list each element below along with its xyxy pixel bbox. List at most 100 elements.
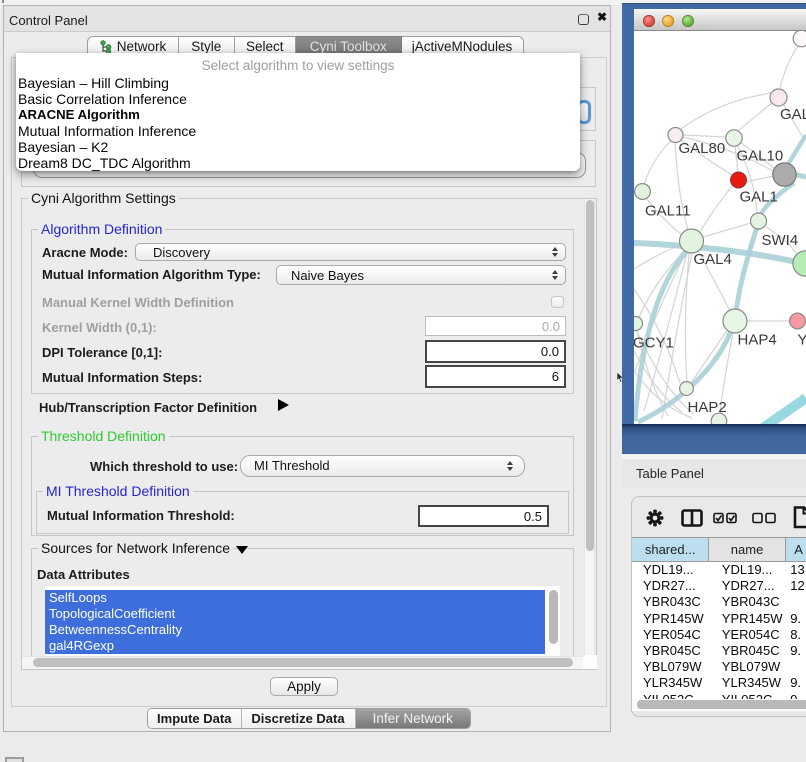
aracne-mode-label: Aracne Mode: (42, 245, 128, 260)
bottom-tab-infer-network[interactable]: Infer Network (355, 709, 471, 728)
mi-steps-field[interactable]: 6 (425, 365, 566, 388)
table-row[interactable]: YER054CYER054C8. (632, 627, 806, 643)
table-row[interactable]: YLR345WYLR345W9. (632, 675, 806, 691)
algorithm-option[interactable]: Bayesian – Hill Climbing (17, 75, 579, 91)
kernel-width-field[interactable]: 0.0 (425, 316, 566, 336)
network-edge-highlighted (760, 398, 806, 424)
table-cell: YBL079W (709, 659, 786, 675)
gear-icon[interactable] (646, 509, 664, 527)
network-node-hap4[interactable] (723, 309, 747, 333)
data-attribute-item[interactable]: SelfLoops (45, 590, 545, 606)
table-cell: 8. (786, 627, 806, 643)
table-cell: YDR27... (709, 578, 786, 594)
data-attribute-item[interactable]: gal4RGexp (45, 638, 545, 654)
data-attributes-label: Data Attributes (37, 567, 130, 582)
zoom-traffic-light-icon[interactable] (682, 15, 694, 27)
combo-arrows-icon (550, 247, 559, 257)
which-threshold-select[interactable]: MI Threshold (240, 455, 525, 477)
tab-label: Select (246, 39, 284, 54)
bottom-tab-discretize-data[interactable]: Discretize Data (241, 709, 355, 728)
table-row[interactable]: YPR145WYPR145W9. (632, 611, 806, 627)
network-node-gal10[interactable] (726, 130, 742, 146)
algorithm-option[interactable]: ARACNE Algorithm (17, 107, 579, 123)
manual-kernel-label: Manual Kernel Width Definition (42, 295, 234, 310)
data-attributes-list[interactable]: SelfLoopsTopologicalCoefficientBetweenne… (45, 586, 560, 656)
hub-expand-arrow-icon[interactable] (278, 399, 289, 411)
split-pane-icon[interactable] (681, 509, 703, 527)
aracne-mode-value: Discovery (136, 245, 550, 260)
network-node-label: HAP4 (738, 332, 777, 349)
network-node-gal1[interactable] (731, 172, 747, 188)
table-cell: YIL052C (709, 692, 786, 700)
attr-list-scrollbar-thumb[interactable] (549, 590, 558, 644)
network-node-greenright[interactable] (793, 251, 806, 276)
algorithm-option[interactable]: Basic Correlation Inference (17, 91, 579, 107)
table-row[interactable]: YDR27...YDR27...12 (632, 578, 806, 594)
algorithm-option[interactable]: Mutual Information Inference (17, 123, 579, 139)
table-cell: 9 (786, 692, 806, 700)
network-edge (700, 185, 733, 232)
network-node-label: GCY1 (634, 335, 674, 352)
network-canvas[interactable]: GALGAL80GAL10GAL1GAL11SWI4GAL4GCY1HAP4YH… (634, 31, 806, 424)
table-row[interactable]: YIL052CYIL052C9 (632, 692, 806, 700)
network-edge-highlighted (787, 135, 806, 166)
control-panel-titlebar (4, 6, 610, 32)
network-node-gal11[interactable] (635, 184, 651, 200)
network-window-titlebar[interactable] (634, 9, 806, 31)
network-node-corner[interactable] (793, 31, 806, 47)
document-icon[interactable] (793, 506, 806, 529)
table-row[interactable]: YBL079WYBL079W (632, 659, 806, 675)
table-cell: YBR045C (632, 643, 709, 659)
control-panel-title: Control Panel (9, 13, 88, 28)
table-hscrollbar-thumb[interactable] (637, 700, 806, 709)
settings-vscrollbar-thumb[interactable] (586, 200, 594, 551)
tab-label: Cyni Toolbox (310, 39, 387, 54)
algorithm-option[interactable]: Dream8 DC_TDC Algorithm (17, 155, 579, 171)
manual-kernel-checkbox[interactable] (551, 296, 564, 308)
network-node-gcy1[interactable] (634, 317, 643, 331)
sources-collapse-arrow-icon[interactable] (236, 546, 248, 554)
network-node-salmon[interactable] (790, 313, 806, 329)
data-attribute-item[interactable]: BetweennessCentrality (45, 622, 545, 638)
table-cell: 9. (786, 611, 806, 627)
apply-button[interactable]: Apply (270, 677, 338, 696)
data-attribute-item[interactable]: TopologicalCoefficient (45, 606, 545, 622)
node-table[interactable]: shared...nameA YDL19...YDL19...13YDR27..… (632, 537, 806, 711)
network-edge (644, 141, 671, 184)
table-cell: YIL052C (632, 692, 709, 700)
minimize-traffic-light-icon[interactable] (662, 15, 674, 27)
settings-hscrollbar-thumb[interactable] (33, 658, 573, 667)
table-cell: YDR27... (632, 578, 709, 594)
network-node-gray[interactable] (773, 163, 796, 186)
column-header-name[interactable]: name (709, 537, 786, 562)
float-window-icon[interactable] (578, 14, 589, 25)
column-header-a[interactable]: A (786, 537, 806, 562)
table-row[interactable]: YDL19...YDL19...13 (632, 562, 806, 578)
network-node-label: GAL80 (679, 140, 726, 157)
hub-definition-label: Hub/Transcription Factor Definition (39, 400, 257, 415)
network-node-pinktop[interactable] (770, 89, 787, 106)
column-header-shared-[interactable]: shared... (632, 537, 709, 562)
bottom-tab-impute-data[interactable]: Impute Data (148, 709, 241, 728)
table-cell: 12 (786, 578, 806, 594)
aracne-mode-select[interactable]: Discovery (135, 243, 566, 261)
mi-type-select[interactable]: Naive Bayes (276, 265, 566, 285)
combo-arrows-icon (550, 270, 559, 280)
mi-threshold-field[interactable]: 0.5 (418, 505, 549, 527)
table-cell: YBR045C (709, 643, 786, 659)
network-node-gal4[interactable] (680, 229, 704, 253)
application-screen: Control Panel ✖ NetworkStyleSelectCyni T… (0, 0, 806, 762)
close-icon[interactable]: ✖ (595, 9, 609, 25)
network-node-swi4[interactable] (751, 213, 767, 229)
dpi-tolerance-field[interactable]: 0.0 (425, 340, 566, 363)
close-traffic-light-icon[interactable] (643, 15, 655, 27)
checked-pair-icon[interactable] (713, 512, 737, 524)
network-node-hap2[interactable] (680, 382, 694, 396)
table-cell: YPR145W (632, 611, 709, 627)
table-row[interactable]: YBR043CYBR043C (632, 594, 806, 610)
algorithm-option[interactable]: Bayesian – K2 (17, 139, 579, 155)
unchecked-pair-icon[interactable] (752, 512, 776, 524)
algorithm-popup-prompt: Select algorithm to view settings (16, 58, 580, 73)
table-row[interactable]: YBR045CYBR045C9. (632, 643, 806, 659)
table-cell: YLR345W (709, 675, 786, 691)
